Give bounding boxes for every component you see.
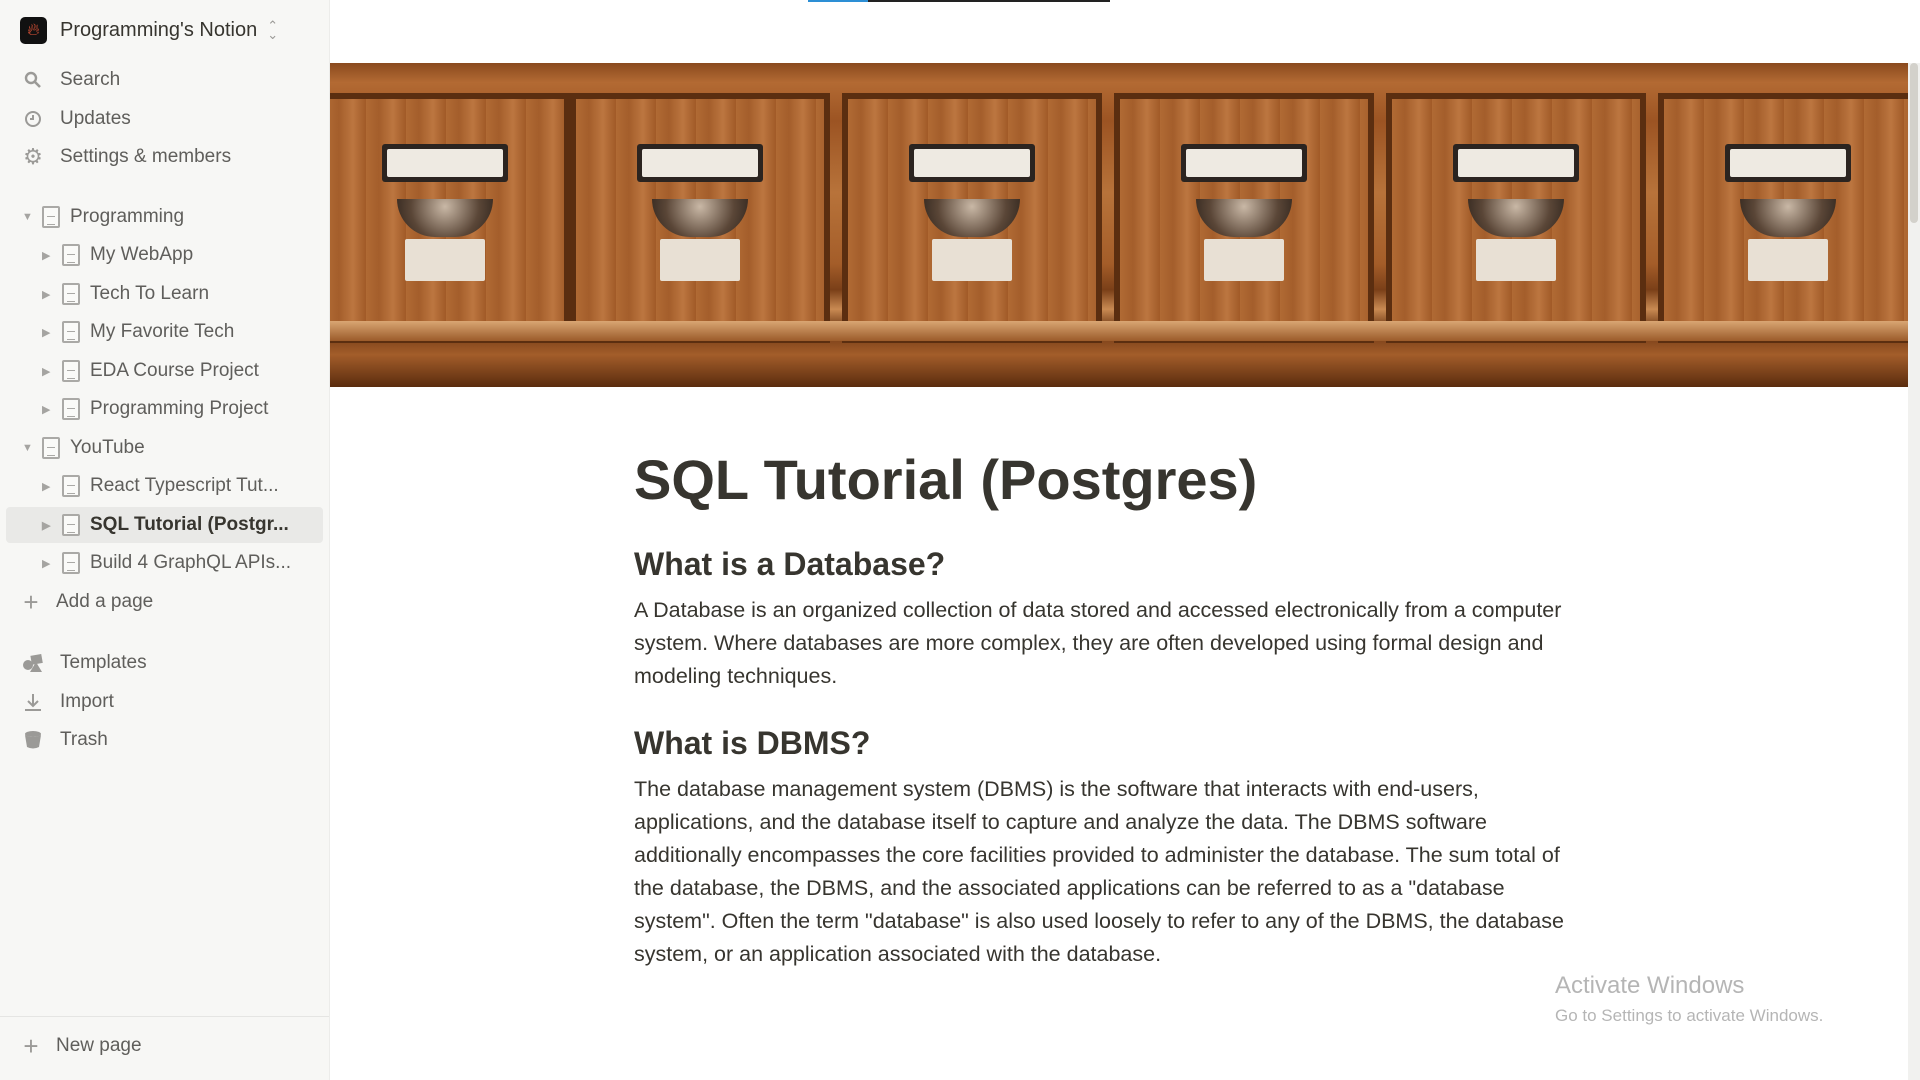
page-icon <box>62 552 80 574</box>
page-icon <box>62 360 80 382</box>
page-title[interactable]: SQL Tutorial (Postgres) <box>634 440 1589 520</box>
caret-right-icon[interactable]: ▶ <box>42 519 56 532</box>
cover-drawer <box>1658 93 1908 343</box>
sidebar-item-templates[interactable]: Templates <box>6 645 323 681</box>
page-icon <box>62 475 80 497</box>
sidebar-page-tech-to-learn[interactable]: ▶ Tech To Learn <box>6 276 323 312</box>
sidebar-page-youtube[interactable]: ▼ YouTube <box>6 430 323 466</box>
caret-down-icon[interactable]: ▼ <box>22 442 36 454</box>
section-paragraph[interactable]: A Database is an organized collection of… <box>634 594 1589 693</box>
page-icon <box>62 244 80 266</box>
page-icon <box>62 321 80 343</box>
sidebar-item-label: Settings & members <box>60 146 232 167</box>
sidebar-item-label: My WebApp <box>90 244 194 265</box>
sidebar-divider <box>0 1016 329 1017</box>
sidebar-item-label: Programming Project <box>90 398 269 419</box>
sidebar-item-label: Trash <box>60 729 108 750</box>
windows-activation-watermark: Activate Windows Go to Settings to activ… <box>1555 972 1823 1026</box>
watermark-subtitle: Go to Settings to activate Windows. <box>1555 1006 1824 1025</box>
cover-drawer <box>842 93 1102 343</box>
sidebar-item-label: Updates <box>60 108 131 129</box>
new-page-button[interactable]: + New page <box>6 1028 323 1064</box>
page-icon <box>62 514 80 536</box>
caret-right-icon[interactable]: ▶ <box>42 557 56 570</box>
sidebar-item-label: My Favorite Tech <box>90 321 235 342</box>
flame-icon: 🔥︎ <box>20 16 47 44</box>
loading-progress-fill <box>808 0 868 2</box>
add-page-label: Add a page <box>56 591 154 612</box>
chevron-up-down-icon: ⌃ ⌄ <box>267 18 279 42</box>
trash-icon <box>22 729 44 751</box>
page-icon <box>62 398 80 420</box>
sidebar-item-updates[interactable]: Updates <box>6 101 323 137</box>
sidebar-item-import[interactable]: Import <box>6 684 323 720</box>
sidebar-item-label: Search <box>60 69 121 90</box>
workspace-name: Programming's Notion <box>60 18 258 41</box>
section-heading[interactable]: What is a Database? <box>634 542 1589 586</box>
cover-drawer <box>330 93 570 343</box>
workspace-switcher[interactable]: 🔥︎ Programming's Notion ⌃ ⌄ <box>20 14 278 46</box>
caret-right-icon[interactable]: ▶ <box>42 480 56 493</box>
caret-right-icon[interactable]: ▶ <box>42 365 56 378</box>
sidebar-page-my-webapp[interactable]: ▶ My WebApp <box>6 237 323 273</box>
loading-progress-bar <box>808 0 1110 2</box>
cover-drawer <box>570 93 830 343</box>
sidebar-item-settings[interactable]: ⚙ Settings & members <box>6 139 323 175</box>
sidebar-item-label: YouTube <box>70 437 145 458</box>
sidebar-item-label: Tech To Learn <box>90 283 210 304</box>
caret-right-icon[interactable]: ▶ <box>42 288 56 301</box>
scrollbar-thumb[interactable] <box>1910 63 1918 223</box>
sidebar-item-trash[interactable]: Trash <box>6 722 323 758</box>
sidebar-page-react-typescript[interactable]: ▶ React Typescript Tut... <box>6 468 323 504</box>
sidebar-item-label: SQL Tutorial (Postgr... <box>90 514 289 535</box>
cover-shelf <box>330 321 1908 341</box>
plus-icon: + <box>23 586 39 617</box>
page-cover-image <box>330 63 1908 387</box>
sidebar-page-my-favorite-tech[interactable]: ▶ My Favorite Tech <box>6 314 323 350</box>
search-icon <box>22 69 44 91</box>
new-page-label: New page <box>56 1035 142 1056</box>
sidebar-item-label: React Typescript Tut... <box>90 475 279 496</box>
sidebar-page-build-graphql[interactable]: ▶ Build 4 GraphQL APIs... <box>6 545 323 581</box>
section-heading[interactable]: What is DBMS? <box>634 721 1589 765</box>
plus-icon: + <box>23 1030 39 1061</box>
page-icon <box>42 206 60 228</box>
cover-drawer <box>1114 93 1374 343</box>
section-paragraph[interactable]: The database management system (DBMS) is… <box>634 773 1589 971</box>
sidebar: 🔥︎ Programming's Notion ⌃ ⌄ Search Update… <box>0 0 330 1080</box>
caret-right-icon[interactable]: ▶ <box>42 249 56 262</box>
page-icon <box>42 437 60 459</box>
gear-icon: ⚙ <box>23 144 43 169</box>
vertical-scrollbar[interactable] <box>1908 63 1920 1080</box>
add-page-button[interactable]: + Add a page <box>6 584 323 620</box>
sidebar-item-label: EDA Course Project <box>90 360 259 381</box>
sidebar-item-label: Programming <box>70 206 185 227</box>
caret-right-icon[interactable]: ▶ <box>42 326 56 339</box>
cover-drawer <box>1386 93 1646 343</box>
page-icon <box>62 283 80 305</box>
sidebar-item-label: Build 4 GraphQL APIs... <box>90 552 292 573</box>
clock-icon <box>22 108 44 130</box>
caret-right-icon[interactable]: ▶ <box>42 403 56 416</box>
sidebar-page-sql-tutorial[interactable]: ▶ SQL Tutorial (Postgr... <box>6 507 323 543</box>
sidebar-page-programming[interactable]: ▼ Programming <box>6 199 323 235</box>
download-icon <box>22 691 44 713</box>
sidebar-item-label: Import <box>60 691 114 712</box>
sidebar-page-programming-project[interactable]: ▶ Programming Project <box>6 391 323 427</box>
templates-icon <box>22 652 44 674</box>
sidebar-page-eda-course-project[interactable]: ▶ EDA Course Project <box>6 353 323 389</box>
caret-down-icon[interactable]: ▼ <box>22 211 36 223</box>
sidebar-item-label: Templates <box>60 652 147 673</box>
watermark-title: Activate Windows <box>1555 972 1745 999</box>
page-content: SQL Tutorial (Postgres) What is a Databa… <box>634 440 1589 971</box>
sidebar-item-search[interactable]: Search <box>6 62 323 98</box>
